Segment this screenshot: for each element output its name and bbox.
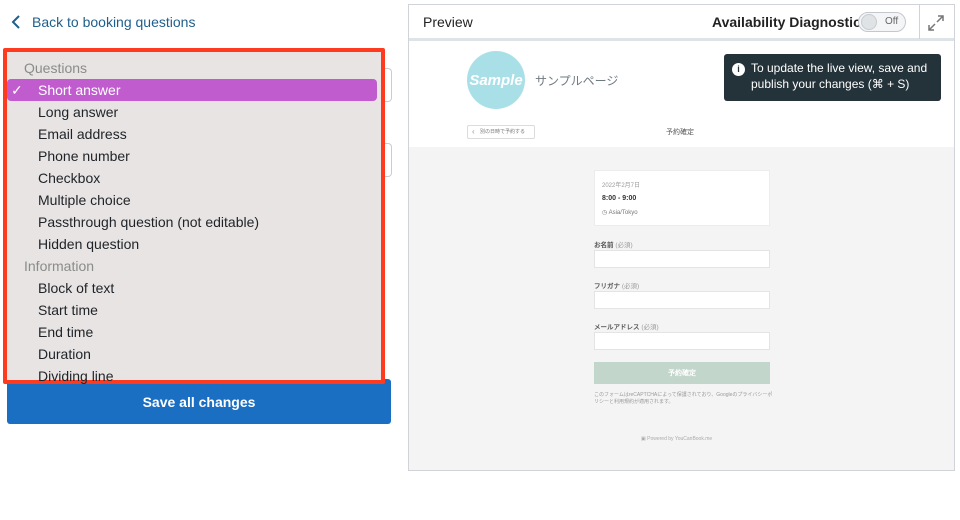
- option-dividing-line[interactable]: Dividing line: [7, 365, 381, 387]
- label-text: メールアドレス: [594, 324, 640, 331]
- preview-panel: Preview Availability Diagnostics Off Sam…: [408, 4, 955, 471]
- toggle-state: Off: [885, 16, 899, 27]
- expand-icon[interactable]: [924, 11, 948, 35]
- selected-slot-card: 2022年2月7日 8:00 - 9:00 ◷ Asia/Tokyo: [594, 170, 770, 226]
- email-input[interactable]: [594, 332, 770, 350]
- chevron-left-icon: [11, 15, 20, 29]
- booking-page-name: サンプルページ: [535, 74, 619, 88]
- label-text: フリガナ: [594, 283, 620, 290]
- required-marker: (必須): [641, 324, 659, 331]
- name-input[interactable]: [594, 250, 770, 268]
- required-marker: (必須): [621, 283, 640, 290]
- header-divider: [919, 5, 920, 39]
- slot-time: 8:00 - 9:00: [602, 195, 637, 202]
- info-icon: i: [732, 63, 745, 76]
- required-marker: (必須): [615, 242, 633, 249]
- booking-header-band: Sample サンプルページ i To update the live view…: [409, 44, 954, 147]
- powered-by: ▣ Powered by YouCanBook.me: [641, 436, 713, 442]
- preview-title: Preview: [423, 14, 473, 30]
- choose-another-time-button[interactable]: 別の日時で予約する: [467, 125, 535, 139]
- option-checkbox[interactable]: Checkbox: [7, 167, 381, 189]
- timezone-text: Asia/Tokyo: [608, 210, 638, 216]
- back-link-label: Back to booking questions: [32, 14, 196, 30]
- option-block-of-text[interactable]: Block of text: [7, 277, 381, 299]
- option-multiple-choice[interactable]: Multiple choice: [7, 189, 381, 211]
- furigana-input[interactable]: [594, 291, 770, 309]
- name-field-label: お名前 (必須): [594, 239, 633, 249]
- option-duration[interactable]: Duration: [7, 343, 381, 365]
- availability-diagnostics-toggle[interactable]: Off: [858, 12, 906, 32]
- preview-header: Preview Availability Diagnostics Off: [409, 5, 954, 41]
- group-label-information: Information: [24, 258, 95, 274]
- option-email-address[interactable]: Email address: [7, 123, 381, 145]
- option-hidden-question[interactable]: Hidden question: [7, 233, 381, 255]
- confirm-booking-button[interactable]: 予約確定: [594, 362, 770, 384]
- booking-page-preview: Sample サンプルページ i To update the live view…: [409, 44, 954, 470]
- confirm-title: 予約確定: [666, 129, 694, 136]
- option-short-answer[interactable]: ✓ Short answer: [7, 79, 377, 101]
- option-start-time[interactable]: Start time: [7, 299, 381, 321]
- toggle-knob: [861, 14, 877, 30]
- label-text: お名前: [594, 242, 614, 249]
- checkmark-icon: ✓: [11, 82, 23, 98]
- question-type-dropdown[interactable]: Questions ✓ Short answer Long answer Ema…: [3, 48, 385, 384]
- availability-diagnostics-label: Availability Diagnostics: [712, 14, 869, 30]
- slot-date: 2022年2月7日: [602, 183, 641, 189]
- live-view-tooltip: i To update the live view, save and publ…: [724, 54, 941, 101]
- option-phone-number[interactable]: Phone number: [7, 145, 381, 167]
- option-passthrough-question[interactable]: Passthrough question (not editable): [7, 211, 381, 233]
- email-field-label: メールアドレス (必須): [594, 321, 659, 331]
- slot-timezone: ◷ Asia/Tokyo: [602, 210, 638, 216]
- back-to-booking-questions-link[interactable]: Back to booking questions: [8, 12, 195, 32]
- option-long-answer[interactable]: Long answer: [7, 101, 381, 123]
- recaptcha-notice: このフォームはreCAPTCHAによって保護されており、Googleのプライバシ…: [594, 392, 773, 405]
- furigana-field-label: フリガナ (必須): [594, 280, 639, 290]
- tooltip-text: To update the live view, save and publis…: [751, 61, 928, 91]
- sample-logo: Sample: [467, 51, 525, 109]
- option-end-time[interactable]: End time: [7, 321, 381, 343]
- option-label: Short answer: [38, 82, 121, 98]
- powered-by-text: Powered by YouCanBook.me: [647, 436, 713, 442]
- group-label-questions: Questions: [24, 60, 88, 76]
